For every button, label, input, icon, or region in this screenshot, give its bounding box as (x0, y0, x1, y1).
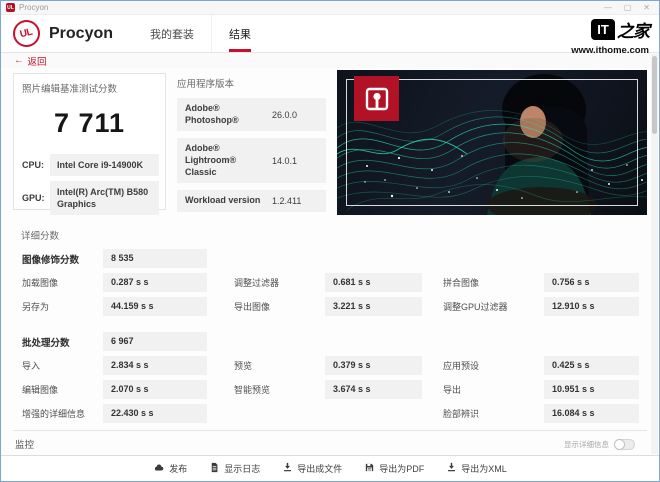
detailed-scores-title: 详细分数 (21, 228, 647, 242)
cpu-value: Intel Core i9-14900K (50, 154, 159, 176)
monitoring-title: 监控 (15, 437, 34, 451)
score-label: 导出 (443, 383, 544, 396)
version-row-lightroom: Adobe® Lightroom® Classic 14.0.1 (177, 138, 326, 183)
show-details-toggle[interactable] (614, 439, 635, 450)
score-label: 另存为 (22, 300, 103, 313)
window-title: Procyon (19, 3, 48, 12)
score-label: 编辑图像 (22, 383, 103, 396)
score-value: 3.221 s s (325, 297, 422, 316)
app-versions-panel: 应用程序版本 Adobe® Photoshop® 26.0.0 Adobe® L… (177, 73, 326, 219)
score-label: 应用预设 (443, 359, 544, 372)
show-log-button[interactable]: 显示日志 (209, 460, 260, 478)
score-title: 照片编辑基准测试分数 (14, 81, 165, 95)
score-label: 导出图像 (234, 300, 325, 313)
app-versions-title: 应用程序版本 (177, 76, 326, 90)
score-label: 调整GPU过滤器 (443, 300, 544, 313)
close-button[interactable]: ✕ (643, 3, 650, 13)
score-label: 预览 (234, 359, 325, 372)
score-value: 12.910 s s (544, 297, 639, 316)
score-value: 0.756 s s (544, 273, 639, 292)
procyon-window: UL Procyon — ▢ ✕ UL Procyon 我的套装 结果 IT 之… (0, 0, 660, 482)
benchmark-score-card: 照片编辑基准测试分数 7 711 CPU: Intel Core i9-1490… (13, 73, 166, 210)
score-value: 0.287 s s (103, 273, 207, 292)
os-titlebar: UL Procyon — ▢ ✕ (1, 1, 659, 15)
score-label: 图像修饰分数 (22, 252, 103, 266)
export-toolbar: 发布 显示日志 导出成文件 (1, 455, 659, 481)
tab-results[interactable]: 结果 (211, 15, 268, 52)
detailed-scores-grid: 图像修饰分数 8 535 加载图像 0.287 s s 调整过滤器 0.681 … (13, 249, 647, 423)
save-disk-icon (364, 460, 375, 478)
score-value: 2.834 s s (103, 356, 207, 375)
maximize-button[interactable]: ▢ (624, 3, 632, 13)
score-label: 拼合图像 (443, 276, 544, 289)
photo-benchmark-logo-icon (354, 76, 399, 121)
vertical-scrollbar[interactable] (651, 54, 658, 454)
back-button[interactable]: ← 返回 (14, 54, 47, 68)
log-document-icon (209, 460, 220, 478)
score-value: 16.084 s s (544, 404, 639, 423)
score-label: 增强的详细信息 (22, 407, 103, 420)
export-xml-button[interactable]: 导出为XML (446, 460, 507, 478)
score-value: 44.159 s s (103, 297, 207, 316)
download-icon (282, 460, 293, 478)
benchmark-score: 7 711 (14, 108, 165, 139)
publish-button[interactable]: 发布 (153, 460, 187, 478)
ithome-url: www.ithome.com (571, 45, 649, 56)
gpu-label: GPU: (16, 193, 50, 203)
version-row-workload: Workload version 1.2.411 (177, 190, 326, 212)
score-label: 批处理分数 (22, 335, 103, 349)
score-label: 加载图像 (22, 276, 103, 289)
main-content: 照片编辑基准测试分数 7 711 CPU: Intel Core i9-1490… (1, 68, 659, 478)
score-value: 0.379 s s (325, 356, 422, 375)
export-file-button[interactable]: 导出成文件 (282, 460, 342, 478)
score-label: 智能预览 (234, 383, 325, 396)
export-pdf-button[interactable]: 导出为PDF (364, 460, 424, 478)
brand-title: Procyon (49, 25, 113, 43)
gpu-value: Intel(R) Arc(TM) B580 Graphics (50, 181, 159, 215)
cpu-label: CPU: (16, 160, 50, 170)
score-value: 0.681 s s (325, 273, 422, 292)
tab-my-suites[interactable]: 我的套装 (133, 15, 211, 52)
back-row: ← 返回 (1, 53, 659, 68)
show-details-label: 显示详细信息 (564, 439, 609, 450)
ul-logo-icon: UL (13, 20, 40, 47)
cloud-upload-icon (153, 460, 165, 478)
ithome-logo-icon: IT (591, 19, 615, 40)
score-label: 导入 (22, 359, 103, 372)
score-value: 8 535 (103, 249, 207, 268)
score-value: 10.951 s s (544, 380, 639, 399)
score-value: 2.070 s s (103, 380, 207, 399)
score-label: 脸部辨识 (443, 407, 544, 420)
score-label: 调整过滤器 (234, 276, 325, 289)
back-arrow-icon: ← (14, 55, 24, 66)
benchmark-hero-image (337, 70, 647, 215)
app-icon: UL (6, 3, 15, 12)
detailed-scores-section: 详细分数 图像修饰分数 8 535 加载图像 0.287 s s 调整过滤器 0… (13, 228, 647, 423)
main-tabs: 我的套装 结果 (133, 15, 268, 52)
score-value: 3.674 s s (325, 380, 422, 399)
scrollbar-thumb[interactable] (652, 56, 657, 134)
version-row-photoshop: Adobe® Photoshop® 26.0.0 (177, 98, 326, 131)
ithome-watermark: IT 之家 www.ithome.com (571, 17, 649, 56)
download-icon (446, 460, 457, 478)
score-value: 6 967 (103, 332, 207, 351)
app-header: UL Procyon 我的套装 结果 (1, 15, 659, 53)
score-value: 0.425 s s (544, 356, 639, 375)
score-value: 22.430 s s (103, 404, 207, 423)
minimize-button[interactable]: — (604, 3, 612, 13)
